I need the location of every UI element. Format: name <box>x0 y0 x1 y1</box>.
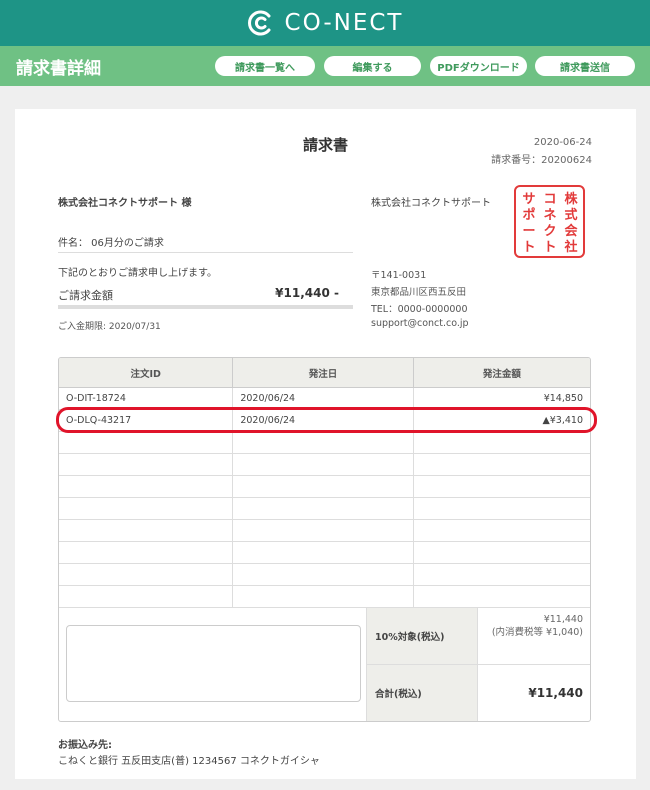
svg-text:ト: ト <box>543 240 556 255</box>
table-row <box>59 542 590 564</box>
tax-row: 10%対象(税込) ¥11,440 (内消費税等 ¥1,040) <box>367 608 590 665</box>
bank-title: お振込み先: <box>58 740 112 751</box>
order-date <box>233 432 414 453</box>
total-label: 合計(税込) <box>367 665 478 721</box>
svg-text:ー: ー <box>522 224 535 239</box>
amount-value: ¥11,440 - <box>275 286 339 300</box>
order-date <box>233 476 414 497</box>
order-id <box>59 454 234 475</box>
order-amount <box>414 520 590 541</box>
table-row <box>59 432 590 454</box>
table-row <box>59 498 590 520</box>
order-amount <box>414 476 590 497</box>
conect-logo-icon <box>247 10 271 36</box>
invoice-sheet: 請求書 2020-06-24 請求番号：20200624 株式会社コネクトサポー… <box>15 109 636 779</box>
seal-text: 株式会社 コネクト サポート <box>522 191 578 255</box>
column-header: 発注金額 <box>482 368 521 380</box>
svg-text:サ: サ <box>522 192 535 207</box>
svg-text:ク: ク <box>543 224 556 239</box>
order-amount <box>414 542 590 563</box>
order-amount <box>414 498 590 519</box>
send-invoice-button[interactable]: 請求書送信 <box>535 56 635 76</box>
issuer-company: 株式会社コネクトサポート <box>371 198 491 209</box>
table-row <box>59 564 590 586</box>
totals: 10%対象(税込) ¥11,440 (内消費税等 ¥1,040) 合計(税込) … <box>367 608 590 721</box>
order-amount <box>414 432 590 453</box>
company-seal: 株式会社 コネクト サポート <box>514 185 585 258</box>
table-row <box>59 520 590 542</box>
edit-button[interactable]: 編集する <box>324 56 421 76</box>
order-date <box>233 542 414 563</box>
pdf-download-button[interactable]: PDFダウンロード <box>430 56 527 76</box>
order-date <box>233 520 414 541</box>
brand-header: CO-NECT <box>0 0 650 46</box>
column-header: 注文ID <box>59 358 234 387</box>
order-date <box>233 564 414 585</box>
issuer-tel: TEL：0000-0000000 <box>371 304 468 315</box>
tax-label: 10%対象(税込) <box>367 608 478 664</box>
tax-value: ¥11,440 (内消費税等 ¥1,040) <box>491 614 583 638</box>
issuer-address: 東京都品川区西五反田 <box>371 287 467 298</box>
svg-text:コ: コ <box>543 192 556 207</box>
order-amount <box>414 564 590 585</box>
total-value: ¥11,440 <box>528 685 583 700</box>
table-row <box>59 476 590 498</box>
order-id: O-DIT-18724 <box>59 388 234 409</box>
svg-text:ト: ト <box>522 240 535 255</box>
invoice-date: 2020-06-24 <box>533 137 592 148</box>
table-row <box>59 454 590 476</box>
order-id <box>59 586 234 607</box>
svg-text:式: 式 <box>564 207 577 223</box>
page-header: 請求書詳細 請求書一覧へ 編集する PDFダウンロード 請求書送信 <box>0 46 650 86</box>
order-id <box>59 564 234 585</box>
svg-text:ポ: ポ <box>522 207 535 223</box>
order-id <box>59 498 234 519</box>
divider <box>58 252 353 253</box>
column-header: 発注日 <box>233 358 414 387</box>
issuer-postal: 〒141-0031 <box>371 270 427 281</box>
bank-detail: こねくと銀行 五反田支店(普) 1234567 コネクトガイシャ <box>58 756 320 767</box>
table-footer: 10%対象(税込) ¥11,440 (内消費税等 ¥1,040) 合計(税込) … <box>59 608 590 721</box>
order-date <box>233 454 414 475</box>
issuer-email: support@conct.co.jp <box>371 318 469 329</box>
order-id <box>59 476 234 497</box>
svg-text:社: 社 <box>563 239 577 255</box>
svg-text:株: 株 <box>564 191 578 207</box>
customer-name: 株式会社コネクトサポート 様 <box>58 198 192 209</box>
invoice-number: 請求番号：20200624 <box>491 155 592 166</box>
order-amount <box>414 454 590 475</box>
amount-label: ご請求金額 <box>58 289 113 302</box>
invoice-lead-text: 下記のとおりご請求申し上げます。 <box>58 268 217 279</box>
invoice-list-button[interactable]: 請求書一覧へ <box>215 56 315 76</box>
invoice-subject: 件名： 06月分のご請求 <box>58 238 164 249</box>
notes-field <box>66 625 361 702</box>
table-header: 注文ID 発注日 発注金額 <box>59 358 590 388</box>
highlight-annotation <box>56 407 597 433</box>
svg-text:会: 会 <box>564 223 578 239</box>
order-id <box>59 432 234 453</box>
order-date <box>233 498 414 519</box>
payment-due: ご入金期限: 2020/07/31 <box>58 322 161 332</box>
divider <box>58 305 353 309</box>
order-id <box>59 520 234 541</box>
order-date: 2020/06/24 <box>233 388 414 409</box>
order-amount <box>414 586 590 607</box>
brand-name: CO-NECT <box>284 10 404 36</box>
svg-text:ネ: ネ <box>543 208 556 223</box>
order-id <box>59 542 234 563</box>
order-date <box>233 586 414 607</box>
table-row <box>59 586 590 608</box>
note-area <box>59 608 367 721</box>
total-row: 合計(税込) ¥11,440 <box>367 665 590 721</box>
order-amount: ¥14,850 <box>543 393 583 404</box>
